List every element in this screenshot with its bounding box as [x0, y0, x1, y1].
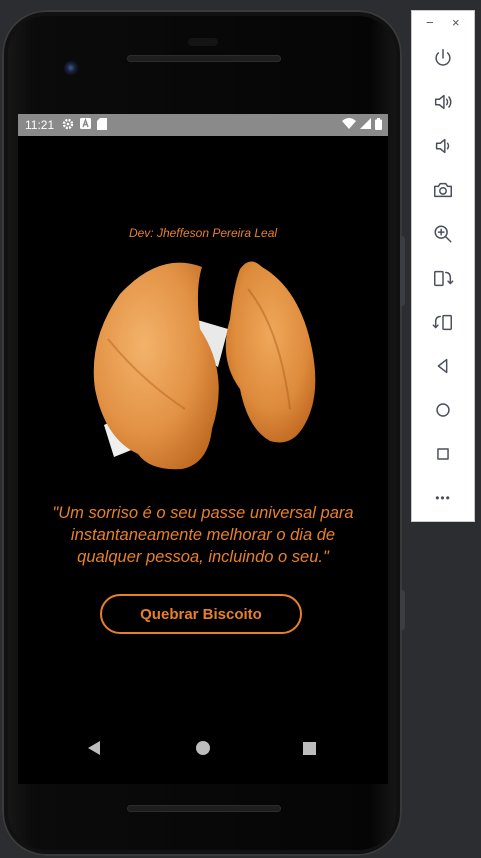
sd-card-icon: [97, 117, 108, 133]
fortune-cookie-image[interactable]: [90, 259, 320, 479]
break-cookie-button[interactable]: Quebrar Biscoito: [100, 594, 302, 634]
phone-frame: 11:21 Dev: Jheffeson Pereira Leal "Um so…: [2, 10, 402, 856]
dev-credit: Dev: Jheffeson Pereira Leal: [128, 226, 278, 240]
volume-up-icon[interactable]: [429, 88, 457, 116]
window-top-strip: [0, 0, 481, 10]
battery-icon: [375, 117, 382, 133]
close-button[interactable]: ×: [452, 15, 460, 30]
home-icon[interactable]: [429, 396, 457, 424]
power-side-button: [400, 590, 405, 630]
device-screen: 11:21 Dev: Jheffeson Pereira Leal "Um so…: [18, 114, 388, 784]
status-time: 11:21: [25, 118, 55, 132]
volume-rocker: [400, 236, 405, 306]
more-icon[interactable]: •••: [429, 484, 457, 512]
nav-back-icon[interactable]: [88, 741, 100, 755]
power-icon[interactable]: [429, 44, 457, 72]
minimize-button[interactable]: −: [426, 15, 434, 30]
gear-icon: [62, 118, 74, 133]
nav-recents-icon[interactable]: [303, 742, 316, 755]
signal-icon: [360, 118, 371, 132]
camera-icon[interactable]: [429, 176, 457, 204]
emulator-toolbar: − × •••: [411, 10, 475, 522]
front-camera-icon: [64, 61, 79, 76]
navigation-bar: [18, 734, 388, 764]
back-icon[interactable]: [429, 352, 457, 380]
volume-down-icon[interactable]: [429, 132, 457, 160]
rotate-left-icon[interactable]: [429, 264, 457, 292]
status-bar: 11:21: [18, 114, 388, 136]
overview-icon[interactable]: [429, 440, 457, 468]
top-speaker: [127, 55, 281, 62]
earpiece-notch: [188, 38, 218, 46]
nav-home-icon[interactable]: [196, 741, 210, 755]
a-icon: [80, 117, 92, 132]
rotate-right-icon[interactable]: [429, 308, 457, 336]
zoom-icon[interactable]: [429, 220, 457, 248]
status-right-icons: [342, 117, 382, 133]
wifi-icon: [342, 118, 356, 132]
fortune-quote: "Um sorriso é o seu passe universal para…: [52, 504, 354, 566]
toolbar-header: − ×: [412, 15, 474, 33]
bottom-speaker: [127, 805, 281, 812]
